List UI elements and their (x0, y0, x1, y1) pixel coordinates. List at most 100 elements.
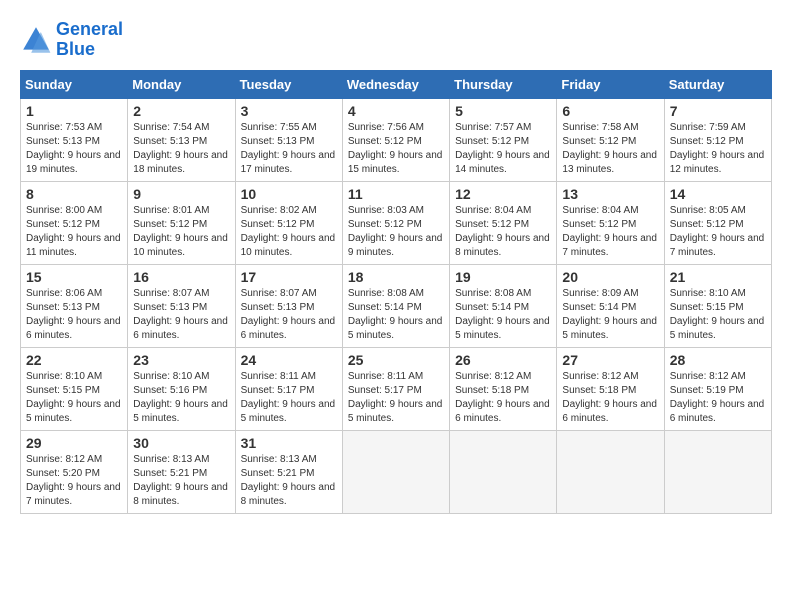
calendar-cell: 4 Sunrise: 7:56 AMSunset: 5:12 PMDayligh… (342, 98, 449, 181)
day-info: Sunrise: 8:10 AMSunset: 5:16 PMDaylight:… (133, 370, 229, 426)
day-number: 22 (26, 352, 122, 368)
logo-icon (20, 24, 52, 56)
day-number: 10 (241, 186, 337, 202)
day-number: 30 (133, 435, 229, 451)
calendar-cell (664, 430, 771, 513)
weekday-header: Saturday (664, 70, 771, 98)
calendar-cell: 15 Sunrise: 8:06 AMSunset: 5:13 PMDaylig… (21, 264, 128, 347)
day-info: Sunrise: 7:56 AMSunset: 5:12 PMDaylight:… (348, 121, 444, 177)
calendar-week-row: 29 Sunrise: 8:12 AMSunset: 5:20 PMDaylig… (21, 430, 772, 513)
calendar-week-row: 1 Sunrise: 7:53 AMSunset: 5:13 PMDayligh… (21, 98, 772, 181)
calendar-week-row: 15 Sunrise: 8:06 AMSunset: 5:13 PMDaylig… (21, 264, 772, 347)
logo: General Blue (20, 20, 123, 60)
weekday-header: Tuesday (235, 70, 342, 98)
calendar-cell: 3 Sunrise: 7:55 AMSunset: 5:13 PMDayligh… (235, 98, 342, 181)
day-info: Sunrise: 8:07 AMSunset: 5:13 PMDaylight:… (133, 287, 229, 343)
day-info: Sunrise: 8:12 AMSunset: 5:20 PMDaylight:… (26, 453, 122, 509)
day-info: Sunrise: 8:07 AMSunset: 5:13 PMDaylight:… (241, 287, 337, 343)
calendar-cell: 1 Sunrise: 7:53 AMSunset: 5:13 PMDayligh… (21, 98, 128, 181)
day-info: Sunrise: 7:59 AMSunset: 5:12 PMDaylight:… (670, 121, 766, 177)
calendar-cell: 23 Sunrise: 8:10 AMSunset: 5:16 PMDaylig… (128, 347, 235, 430)
day-number: 27 (562, 352, 658, 368)
weekday-header: Sunday (21, 70, 128, 98)
day-info: Sunrise: 8:02 AMSunset: 5:12 PMDaylight:… (241, 204, 337, 260)
day-info: Sunrise: 8:06 AMSunset: 5:13 PMDaylight:… (26, 287, 122, 343)
calendar-cell: 27 Sunrise: 8:12 AMSunset: 5:18 PMDaylig… (557, 347, 664, 430)
calendar-cell: 16 Sunrise: 8:07 AMSunset: 5:13 PMDaylig… (128, 264, 235, 347)
calendar-cell: 9 Sunrise: 8:01 AMSunset: 5:12 PMDayligh… (128, 181, 235, 264)
day-info: Sunrise: 8:12 AMSunset: 5:18 PMDaylight:… (562, 370, 658, 426)
calendar-cell: 25 Sunrise: 8:11 AMSunset: 5:17 PMDaylig… (342, 347, 449, 430)
day-number: 14 (670, 186, 766, 202)
weekday-header: Wednesday (342, 70, 449, 98)
calendar-cell: 8 Sunrise: 8:00 AMSunset: 5:12 PMDayligh… (21, 181, 128, 264)
calendar-cell: 22 Sunrise: 8:10 AMSunset: 5:15 PMDaylig… (21, 347, 128, 430)
day-info: Sunrise: 8:08 AMSunset: 5:14 PMDaylight:… (455, 287, 551, 343)
day-info: Sunrise: 8:08 AMSunset: 5:14 PMDaylight:… (348, 287, 444, 343)
day-info: Sunrise: 8:01 AMSunset: 5:12 PMDaylight:… (133, 204, 229, 260)
day-number: 4 (348, 103, 444, 119)
calendar-cell: 28 Sunrise: 8:12 AMSunset: 5:19 PMDaylig… (664, 347, 771, 430)
day-number: 5 (455, 103, 551, 119)
day-info: Sunrise: 8:12 AMSunset: 5:18 PMDaylight:… (455, 370, 551, 426)
calendar-week-row: 8 Sunrise: 8:00 AMSunset: 5:12 PMDayligh… (21, 181, 772, 264)
day-number: 17 (241, 269, 337, 285)
calendar-cell: 26 Sunrise: 8:12 AMSunset: 5:18 PMDaylig… (450, 347, 557, 430)
day-number: 12 (455, 186, 551, 202)
day-number: 3 (241, 103, 337, 119)
day-info: Sunrise: 8:05 AMSunset: 5:12 PMDaylight:… (670, 204, 766, 260)
calendar-table: SundayMondayTuesdayWednesdayThursdayFrid… (20, 70, 772, 514)
day-info: Sunrise: 8:13 AMSunset: 5:21 PMDaylight:… (133, 453, 229, 509)
calendar-cell: 11 Sunrise: 8:03 AMSunset: 5:12 PMDaylig… (342, 181, 449, 264)
calendar-cell: 17 Sunrise: 8:07 AMSunset: 5:13 PMDaylig… (235, 264, 342, 347)
day-info: Sunrise: 8:00 AMSunset: 5:12 PMDaylight:… (26, 204, 122, 260)
day-number: 23 (133, 352, 229, 368)
day-number: 28 (670, 352, 766, 368)
calendar-cell: 5 Sunrise: 7:57 AMSunset: 5:12 PMDayligh… (450, 98, 557, 181)
calendar-cell: 6 Sunrise: 7:58 AMSunset: 5:12 PMDayligh… (557, 98, 664, 181)
calendar-cell: 21 Sunrise: 8:10 AMSunset: 5:15 PMDaylig… (664, 264, 771, 347)
day-number: 24 (241, 352, 337, 368)
day-number: 9 (133, 186, 229, 202)
day-number: 31 (241, 435, 337, 451)
calendar-cell: 7 Sunrise: 7:59 AMSunset: 5:12 PMDayligh… (664, 98, 771, 181)
day-info: Sunrise: 7:58 AMSunset: 5:12 PMDaylight:… (562, 121, 658, 177)
calendar-cell: 24 Sunrise: 8:11 AMSunset: 5:17 PMDaylig… (235, 347, 342, 430)
day-number: 2 (133, 103, 229, 119)
calendar-cell: 18 Sunrise: 8:08 AMSunset: 5:14 PMDaylig… (342, 264, 449, 347)
calendar-cell: 14 Sunrise: 8:05 AMSunset: 5:12 PMDaylig… (664, 181, 771, 264)
calendar-header-row: SundayMondayTuesdayWednesdayThursdayFrid… (21, 70, 772, 98)
day-info: Sunrise: 7:55 AMSunset: 5:13 PMDaylight:… (241, 121, 337, 177)
calendar-cell: 29 Sunrise: 8:12 AMSunset: 5:20 PMDaylig… (21, 430, 128, 513)
day-info: Sunrise: 8:13 AMSunset: 5:21 PMDaylight:… (241, 453, 337, 509)
day-number: 13 (562, 186, 658, 202)
day-info: Sunrise: 8:12 AMSunset: 5:19 PMDaylight:… (670, 370, 766, 426)
calendar-cell (557, 430, 664, 513)
calendar-week-row: 22 Sunrise: 8:10 AMSunset: 5:15 PMDaylig… (21, 347, 772, 430)
page-header: General Blue (20, 20, 772, 60)
day-number: 7 (670, 103, 766, 119)
day-info: Sunrise: 8:10 AMSunset: 5:15 PMDaylight:… (26, 370, 122, 426)
day-info: Sunrise: 8:11 AMSunset: 5:17 PMDaylight:… (348, 370, 444, 426)
calendar-body: 1 Sunrise: 7:53 AMSunset: 5:13 PMDayligh… (21, 98, 772, 513)
day-info: Sunrise: 8:11 AMSunset: 5:17 PMDaylight:… (241, 370, 337, 426)
day-number: 18 (348, 269, 444, 285)
day-number: 6 (562, 103, 658, 119)
day-number: 1 (26, 103, 122, 119)
day-info: Sunrise: 8:04 AMSunset: 5:12 PMDaylight:… (455, 204, 551, 260)
calendar-cell: 2 Sunrise: 7:54 AMSunset: 5:13 PMDayligh… (128, 98, 235, 181)
day-info: Sunrise: 8:10 AMSunset: 5:15 PMDaylight:… (670, 287, 766, 343)
day-info: Sunrise: 8:04 AMSunset: 5:12 PMDaylight:… (562, 204, 658, 260)
calendar-cell: 30 Sunrise: 8:13 AMSunset: 5:21 PMDaylig… (128, 430, 235, 513)
day-number: 8 (26, 186, 122, 202)
day-number: 15 (26, 269, 122, 285)
calendar-cell: 12 Sunrise: 8:04 AMSunset: 5:12 PMDaylig… (450, 181, 557, 264)
calendar-cell: 31 Sunrise: 8:13 AMSunset: 5:21 PMDaylig… (235, 430, 342, 513)
day-number: 19 (455, 269, 551, 285)
day-number: 29 (26, 435, 122, 451)
day-number: 25 (348, 352, 444, 368)
calendar-cell (450, 430, 557, 513)
day-info: Sunrise: 8:03 AMSunset: 5:12 PMDaylight:… (348, 204, 444, 260)
calendar-cell: 20 Sunrise: 8:09 AMSunset: 5:14 PMDaylig… (557, 264, 664, 347)
day-number: 20 (562, 269, 658, 285)
